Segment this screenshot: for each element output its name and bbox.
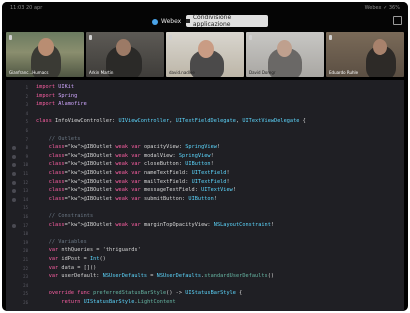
- participants-strip: Gianfranc...Humacs Arkin Martin david.na…: [6, 32, 404, 77]
- line-number: 15: [23, 205, 28, 211]
- line-number: 13: [23, 188, 28, 194]
- webex-icon: [152, 18, 158, 25]
- code-line[interactable]: import Alamofire: [36, 101, 87, 107]
- code-line[interactable]: class="kw">@IBOutlet weak var nameTextFi…: [36, 170, 230, 176]
- code-line[interactable]: var data = [](): [36, 265, 97, 271]
- code-line[interactable]: import Spring: [36, 93, 77, 99]
- line-number: 8: [25, 145, 28, 151]
- outlet-connection-icon[interactable]: [12, 197, 16, 202]
- line-number: 9: [25, 153, 28, 159]
- line-number: 4: [25, 110, 28, 116]
- participant-name: Arkin Martin: [89, 70, 114, 75]
- code-line[interactable]: // Variables: [36, 239, 87, 245]
- code-editor[interactable]: 1 2 3 4 5 6 7 8 9 10 11 12 13 14 15 16 17 18 19 20 21 22 23 24 2…: [6, 80, 404, 311]
- microphone-icon: [9, 35, 12, 40]
- outlet-connection-icon[interactable]: [12, 223, 16, 228]
- code-line[interactable]: class="kw">@IBOutlet weak var opacityVie…: [36, 144, 220, 150]
- line-number-gutter: 1 2 3 4 5 6 7 8 9 10 11 12 13 14 15 16 17 18 19 20 21 22 23 24 2…: [6, 80, 30, 311]
- line-number: 19: [23, 239, 28, 245]
- line-number: 21: [23, 257, 28, 262]
- code-line[interactable]: var idPost = Int(): [36, 256, 106, 262]
- code-line[interactable]: var userDefault: NSUserDefaults = NSUser…: [36, 273, 274, 279]
- ipad-screen: 11:03 20 apr Webex ✓ 36% Webex Condivisi…: [2, 2, 408, 311]
- line-number: 22: [23, 265, 28, 271]
- line-number: 25: [23, 291, 28, 297]
- line-number: 24: [23, 282, 28, 288]
- stop-share-icon: [186, 19, 190, 23]
- webex-app-tab[interactable]: Webex: [152, 18, 181, 25]
- code-line[interactable]: class="kw">@IBOutlet weak var modalView:…: [36, 153, 214, 159]
- participant-head: [277, 40, 292, 57]
- line-number: 12: [23, 179, 28, 185]
- code-line[interactable]: import UIKit: [36, 84, 74, 90]
- layout-icon[interactable]: [393, 16, 402, 25]
- code-line[interactable]: // Outlets: [36, 136, 81, 142]
- code-line[interactable]: var nthQueries = 'thriguards': [36, 247, 141, 253]
- status-indicators: Webex ✓ 36%: [364, 5, 400, 11]
- code-line[interactable]: class="kw">@IBOutlet weak var mailTextFi…: [36, 179, 230, 185]
- participant-head: [198, 40, 214, 58]
- status-time: 11:03 20 apr: [10, 5, 43, 11]
- line-number: 20: [23, 248, 28, 254]
- line-number: 16: [23, 214, 28, 219]
- code-line[interactable]: class InfoViewController: UIViewControll…: [36, 118, 306, 124]
- code-line[interactable]: override func preferredStatusBarStyle() …: [36, 290, 243, 296]
- participant-tile[interactable]: David Doregr: [246, 32, 324, 77]
- participant-name: Gianfranc...Humacs: [9, 70, 49, 75]
- participant-tile[interactable]: Gianfranc...Humacs: [6, 32, 84, 77]
- participant-head: [116, 39, 131, 56]
- line-number: 11: [23, 171, 28, 176]
- participant-name: Eduardo Ruhle: [329, 70, 359, 75]
- line-number: 7: [25, 136, 28, 142]
- application-sharing-button[interactable]: Condivisione applicazione: [186, 14, 268, 28]
- line-number: 23: [23, 274, 28, 280]
- participant-name: david.nadlee: [169, 70, 195, 75]
- line-number: 2: [25, 93, 28, 99]
- share-label: Condivisione applicazione: [192, 14, 232, 28]
- code-line[interactable]: class="kw">@IBOutlet weak var messageTex…: [36, 187, 236, 193]
- microphone-icon: [329, 35, 332, 40]
- participant-head: [38, 38, 54, 56]
- participant-tile[interactable]: david.nadlee: [166, 32, 244, 77]
- code-line[interactable]: class="kw">@IBOutlet weak var submitButt…: [36, 196, 217, 202]
- line-number: 3: [25, 102, 28, 108]
- participant-head: [373, 39, 387, 55]
- outlet-connection-icon[interactable]: [12, 172, 16, 176]
- line-number: 26: [23, 300, 28, 305]
- code-line[interactable]: // Constraints: [36, 213, 93, 219]
- outlet-connection-icon[interactable]: [12, 180, 16, 185]
- line-number: 18: [23, 231, 28, 237]
- participant-tile[interactable]: Eduardo Ruhle: [326, 32, 404, 77]
- participant-name: David Doregr: [249, 70, 276, 75]
- line-number: 1: [25, 85, 28, 90]
- microphone-icon: [89, 35, 92, 40]
- line-number: 17: [23, 222, 28, 228]
- app-name: Webex: [161, 18, 182, 25]
- code-line[interactable]: return UIStatusBarStyle.LightContent: [36, 299, 176, 305]
- microphone-icon: [169, 35, 172, 40]
- microphone-icon: [249, 35, 252, 40]
- code-line[interactable]: class="kw">@IBOutlet weak var marginTopO…: [36, 222, 274, 228]
- participant-tile[interactable]: Arkin Martin: [86, 32, 164, 77]
- top-bar: 11:03 20 apr Webex ✓ 36% Webex Condivisi…: [2, 2, 408, 32]
- line-number: 14: [23, 196, 28, 202]
- line-number: 10: [23, 162, 28, 168]
- line-number: 6: [25, 128, 28, 133]
- outlet-connection-icon[interactable]: [12, 154, 16, 159]
- line-number: 5: [25, 119, 28, 125]
- code-line[interactable]: class="kw">@IBOutlet weak var closeButto…: [36, 161, 214, 167]
